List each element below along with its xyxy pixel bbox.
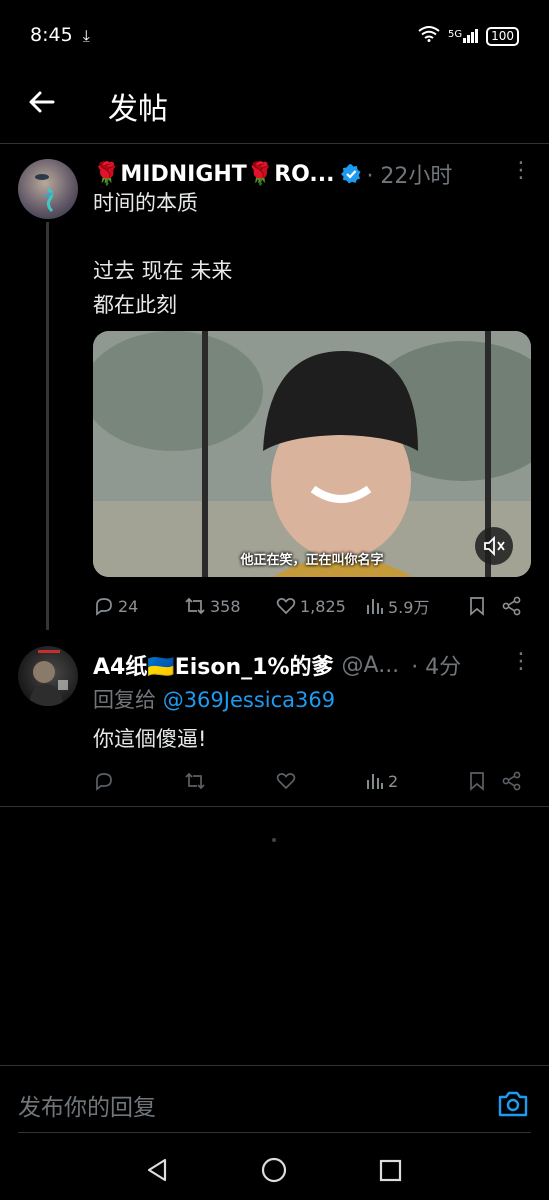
views-chart-icon: [367, 599, 383, 614]
like-button[interactable]: 1,825: [275, 595, 365, 617]
camera-icon: [498, 1091, 528, 1117]
nav-back-icon[interactable]: [144, 1156, 170, 1188]
heart-icon: [276, 772, 296, 790]
loading-dot: [272, 838, 276, 842]
retweet-icon: [185, 772, 205, 790]
mute-button[interactable]: [475, 527, 513, 565]
reply-divider: [0, 806, 549, 807]
post-time: · 22小时: [366, 164, 453, 189]
avatar-art-icon: [35, 174, 54, 213]
composer-underline: [18, 1132, 531, 1133]
more-options-icon[interactable]: ⋮: [510, 158, 532, 183]
post-text-line: 都在此刻: [93, 293, 177, 317]
signal-icon: 5G: [448, 29, 479, 43]
nav-recents-icon[interactable]: [378, 1156, 404, 1188]
reply-icon: [96, 773, 112, 791]
bookmark-icon: [470, 772, 484, 791]
reply-author-handle[interactable]: @A...: [342, 653, 400, 678]
retweet-count: 358: [210, 596, 241, 616]
bookmark-button[interactable]: [467, 595, 501, 617]
post-text-line: 过去 现在 未来: [93, 259, 233, 283]
share-icon: [502, 771, 521, 791]
post-text-line: 时间的本质: [93, 191, 198, 215]
view-count: 5.9万: [388, 598, 430, 617]
reply-icon: [96, 598, 112, 616]
reply-text: 你這個傻逼!: [93, 727, 207, 751]
reply-reply-button[interactable]: [93, 770, 183, 792]
reply-button[interactable]: 24: [93, 595, 183, 617]
battery-icon: 100: [486, 26, 519, 46]
status-icons: 5G 100: [418, 26, 519, 46]
video-caption: 他正在笑，正在叫你名字: [240, 553, 384, 568]
reply-author-line[interactable]: A4纸🇺🇦Eison_1%的爹 @A... · 4分: [93, 649, 513, 681]
reply-input[interactable]: 发布你的回复: [18, 1088, 156, 1122]
post-video[interactable]: 他正在笑，正在叫你名字: [93, 331, 531, 577]
nav-home-icon[interactable]: [260, 1156, 288, 1188]
reply-avatar-art-icon: [28, 650, 68, 706]
reply-views-button[interactable]: 2: [365, 770, 467, 792]
reply-bookmark-button[interactable]: [467, 770, 501, 792]
back-arrow-icon[interactable]: [26, 86, 58, 118]
avatar[interactable]: [18, 159, 78, 219]
page-title: 发帖: [108, 92, 168, 127]
reply-time: · 4分: [411, 655, 462, 680]
status-time: 8:45 ⤓: [30, 24, 90, 46]
reply-view-count: 2: [388, 771, 399, 791]
post-actions: 24 358 1,825 5.9万: [93, 594, 533, 618]
volume-muted-icon: [484, 535, 505, 557]
reply-author-name[interactable]: A4纸🇺🇦Eison_1%的爹: [93, 649, 334, 681]
share-button[interactable]: [501, 595, 523, 617]
wifi-icon: [418, 26, 440, 46]
video-frame-icon: [93, 331, 531, 577]
views-button[interactable]: 5.9万: [365, 594, 467, 618]
like-count: 1,825: [300, 596, 346, 616]
reply-to-mention[interactable]: @369Jessica369: [163, 688, 335, 712]
thread-line: [46, 222, 49, 630]
composer-divider: [0, 1065, 549, 1066]
post-text-line: [93, 220, 232, 254]
reply-like-button[interactable]: [275, 770, 365, 792]
header-divider: [0, 143, 549, 144]
reply-to-label: 回复给: [93, 688, 156, 712]
views-chart-icon: [367, 774, 383, 789]
post-text: 时间的本质 过去 现在 未来 都在此刻: [93, 186, 232, 322]
reply-more-options-icon[interactable]: ⋮: [510, 649, 532, 674]
reply-actions: 2: [93, 770, 533, 792]
download-icon: ⤓: [82, 26, 90, 45]
bookmark-icon: [470, 597, 484, 616]
reply-count: 24: [118, 596, 139, 616]
reply-retweet-button[interactable]: [183, 770, 275, 792]
verified-badge-icon: [340, 163, 362, 185]
retweet-button[interactable]: 358: [183, 595, 275, 617]
heart-icon: [276, 597, 296, 615]
author-name[interactable]: 🌹MIDNIGHT🌹RO...: [93, 162, 334, 187]
retweet-icon: [185, 597, 205, 615]
share-icon: [502, 596, 521, 616]
reply-share-button[interactable]: [501, 770, 523, 792]
reply-to-line: 回复给 @369Jessica369: [93, 684, 335, 714]
camera-button[interactable]: [496, 1088, 530, 1120]
reply-avatar[interactable]: [18, 646, 78, 706]
